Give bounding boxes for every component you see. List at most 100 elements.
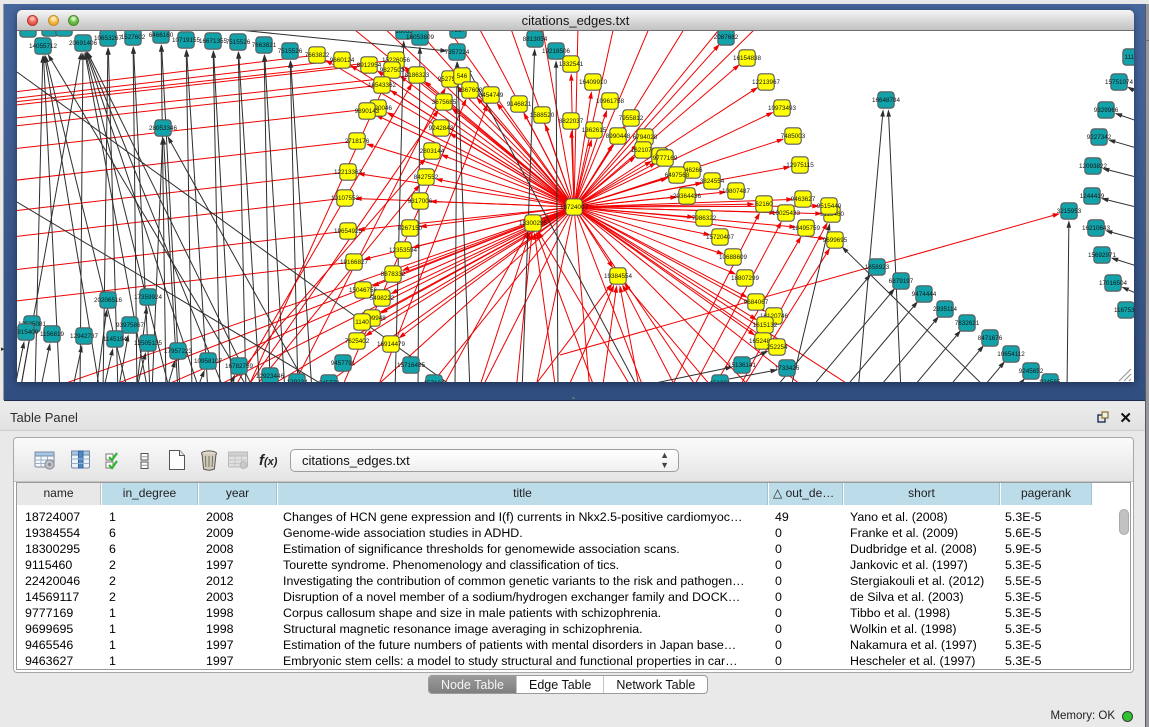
- svg-text:14055712: 14055712: [29, 43, 58, 50]
- svg-text:6466160: 6466160: [149, 32, 174, 39]
- svg-text:1858923: 1858923: [865, 264, 890, 271]
- svg-text:10807487: 10807487: [722, 188, 751, 195]
- svg-text:10973493: 10973493: [768, 105, 797, 112]
- svg-text:1140: 1140: [355, 319, 369, 326]
- svg-text:1332541: 1332541: [559, 61, 584, 68]
- svg-text:7955812: 7955812: [619, 115, 644, 122]
- svg-text:1145194: 1145194: [103, 336, 128, 343]
- svg-text:12353594: 12353594: [389, 247, 418, 254]
- svg-text:924565: 924565: [1039, 379, 1061, 382]
- svg-text:1405: 1405: [21, 31, 36, 33]
- svg-text:1527602: 1527602: [121, 34, 146, 41]
- svg-text:6879197: 6879197: [889, 278, 914, 285]
- svg-text:9474444: 9474444: [912, 291, 937, 298]
- svg-text:1244419: 1244419: [1080, 193, 1105, 200]
- svg-text:19218506: 19218506: [542, 48, 571, 55]
- svg-text:28053346: 28053346: [149, 125, 178, 132]
- svg-text:1362615: 1362615: [582, 127, 607, 134]
- svg-text:9660124: 9660124: [330, 57, 355, 64]
- svg-text:8822037: 8822037: [559, 118, 584, 125]
- svg-text:9146821: 9146821: [507, 101, 532, 108]
- svg-text:15046756: 15046756: [349, 287, 378, 294]
- svg-text:1733426: 1733426: [775, 365, 800, 372]
- svg-text:9227342: 9227342: [1087, 134, 1112, 141]
- svg-text:9890143: 9890143: [355, 108, 380, 115]
- svg-text:16053809: 16053809: [406, 34, 435, 41]
- svg-text:9463627: 9463627: [791, 196, 816, 203]
- svg-text:8878332: 8878332: [381, 271, 406, 278]
- svg-text:2718176: 2718176: [345, 138, 370, 145]
- svg-text:1167533: 1167533: [1114, 307, 1134, 314]
- svg-text:7485003: 7485003: [781, 133, 806, 140]
- svg-text:12213967: 12213967: [752, 79, 781, 86]
- svg-text:3915400: 3915400: [17, 329, 39, 336]
- svg-text:15692971: 15692971: [1088, 252, 1117, 259]
- svg-text:1065: 1065: [57, 31, 72, 32]
- svg-text:10653267: 10653267: [94, 35, 123, 42]
- svg-text:2935114: 2935114: [933, 306, 958, 313]
- svg-text:8471676: 8471676: [978, 335, 1003, 342]
- svg-text:17359924: 17359924: [134, 294, 163, 301]
- svg-text:12093822: 12093822: [1079, 163, 1108, 170]
- svg-text:252254: 252254: [766, 344, 788, 351]
- svg-text:3215953: 3215953: [1057, 208, 1082, 215]
- svg-text:8912954: 8912954: [357, 62, 382, 69]
- svg-text:8990448: 8990448: [606, 133, 631, 140]
- svg-text:16782759: 16782759: [225, 363, 254, 370]
- svg-text:10654112: 10654112: [997, 351, 1025, 358]
- svg-text:7625402: 7625402: [345, 338, 370, 345]
- svg-text:1156819: 1156819: [40, 331, 65, 338]
- svg-text:2803144: 2803144: [420, 148, 445, 155]
- svg-text:1112: 1112: [1124, 54, 1134, 61]
- svg-text:15751074: 15751074: [1105, 79, 1134, 86]
- svg-text:7357224: 7357224: [445, 49, 470, 56]
- svg-text:20206516: 20206516: [94, 297, 123, 304]
- svg-text:9684067: 9684067: [744, 299, 769, 306]
- svg-text:9242843: 9242843: [429, 125, 454, 132]
- svg-text:7986322: 7986322: [692, 215, 717, 222]
- svg-text:8427552: 8427552: [414, 174, 439, 181]
- svg-text:16671355: 16671355: [199, 38, 228, 45]
- svg-text:3824554: 3824554: [700, 178, 725, 185]
- svg-text:7663822: 7663822: [305, 52, 330, 59]
- svg-text:10107553: 10107553: [331, 195, 360, 202]
- svg-text:19384554: 19384554: [604, 273, 633, 280]
- svg-text:8454749: 8454749: [479, 92, 504, 99]
- svg-text:945779: 945779: [318, 380, 340, 382]
- svg-text:10688609: 10688609: [719, 254, 748, 261]
- svg-text:8813054: 8813054: [523, 36, 548, 43]
- svg-text:8186323: 8186323: [405, 72, 430, 79]
- svg-text:9317006: 9317006: [408, 198, 433, 205]
- svg-text:93975867: 93975867: [116, 322, 145, 329]
- svg-text:6497568: 6497568: [665, 172, 690, 179]
- svg-text:12975115: 12975115: [786, 162, 814, 169]
- svg-text:9245652: 9245652: [1019, 368, 1044, 375]
- svg-text:9699695: 9699695: [823, 237, 848, 244]
- svg-text:1588520: 1588520: [530, 112, 555, 119]
- svg-text:7632621: 7632621: [955, 320, 980, 327]
- svg-text:7357: 7357: [451, 31, 466, 34]
- svg-text:6794028: 6794028: [633, 134, 658, 141]
- svg-text:15136141: 15136141: [728, 362, 757, 369]
- svg-text:151361: 151361: [709, 380, 731, 382]
- svg-text:1615132: 1615132: [753, 322, 778, 329]
- svg-text:7663821: 7663821: [252, 42, 277, 49]
- svg-text:5498222: 5498222: [370, 295, 395, 302]
- svg-text:9515440: 9515440: [817, 203, 842, 210]
- svg-text:10719155: 10719155: [172, 37, 201, 44]
- svg-text:16914479: 16914479: [377, 341, 406, 348]
- svg-text:18495759: 18495759: [792, 225, 821, 232]
- svg-text:2087682: 2087682: [714, 34, 739, 41]
- svg-text:129234: 129234: [286, 379, 308, 382]
- svg-text:16543362: 16543362: [368, 82, 397, 89]
- svg-text:12923446: 12923446: [256, 373, 285, 380]
- svg-text:12213363: 12213363: [334, 169, 363, 176]
- svg-text:157164: 157164: [423, 380, 445, 382]
- svg-text:9329966: 9329966: [1094, 107, 1119, 114]
- svg-text:10025433: 10025433: [772, 210, 801, 217]
- svg-text:18300295: 18300295: [519, 220, 548, 227]
- svg-text:8267150: 8267150: [398, 225, 423, 232]
- svg-text:16154838: 16154838: [733, 55, 762, 62]
- svg-text:16648784: 16648784: [872, 97, 901, 104]
- svg-text:20364436: 20364436: [673, 193, 702, 200]
